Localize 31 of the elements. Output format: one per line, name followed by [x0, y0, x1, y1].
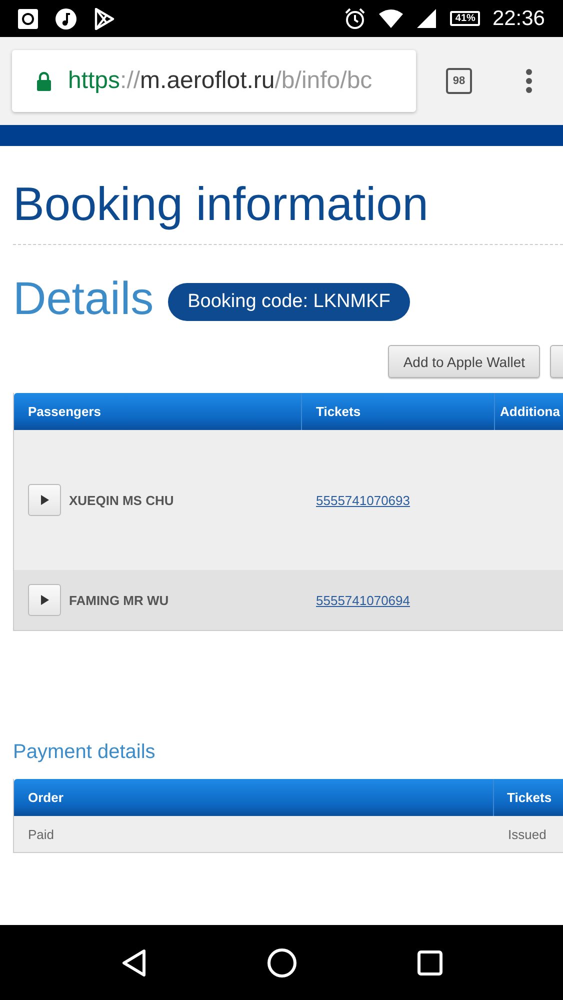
recent-apps-icon[interactable]	[417, 950, 444, 976]
page-title: Booking information	[13, 176, 430, 232]
booking-code-badge: Booking code: LKNMKF	[168, 283, 410, 321]
column-header: Tickets	[506, 789, 553, 807]
ticket-link[interactable]: 5555741070694	[316, 592, 410, 608]
tab-count-button[interactable]: 98	[446, 68, 472, 94]
expand-button[interactable]	[28, 584, 61, 616]
music-note-icon	[55, 8, 77, 30]
ticket-link[interactable]: 5555741070693	[316, 492, 410, 508]
wallet-button[interactable]: Add to Apple Wallet	[388, 345, 540, 378]
right-triangle-icon	[40, 495, 50, 505]
lock-icon	[36, 71, 52, 91]
camera-icon	[17, 8, 39, 30]
right-triangle-icon	[40, 595, 50, 605]
back-icon[interactable]	[120, 948, 148, 978]
section-title: Payment details	[13, 741, 156, 764]
column-header: Additiona	[499, 403, 561, 421]
battery-indicator: 41%	[450, 11, 480, 26]
clock-time: 22:36	[492, 6, 545, 30]
expand-button[interactable]	[28, 484, 61, 516]
passenger-name: FAMING MR WU	[69, 592, 169, 608]
more-menu-icon[interactable]	[525, 69, 533, 93]
table-cell: Issued	[508, 826, 546, 842]
alarm-icon	[344, 8, 366, 30]
play-store-icon	[93, 8, 115, 30]
home-icon[interactable]	[267, 948, 298, 978]
table-cell: Paid	[28, 826, 54, 842]
address-bar[interactable]: https://m.aeroflot.ru/b/info/bc	[12, 50, 416, 112]
section-title: Details	[13, 271, 154, 325]
passenger-name: XUEQIN MS CHU	[69, 492, 174, 508]
url-text: https://m.aeroflot.ru/b/info/bc	[68, 67, 372, 95]
